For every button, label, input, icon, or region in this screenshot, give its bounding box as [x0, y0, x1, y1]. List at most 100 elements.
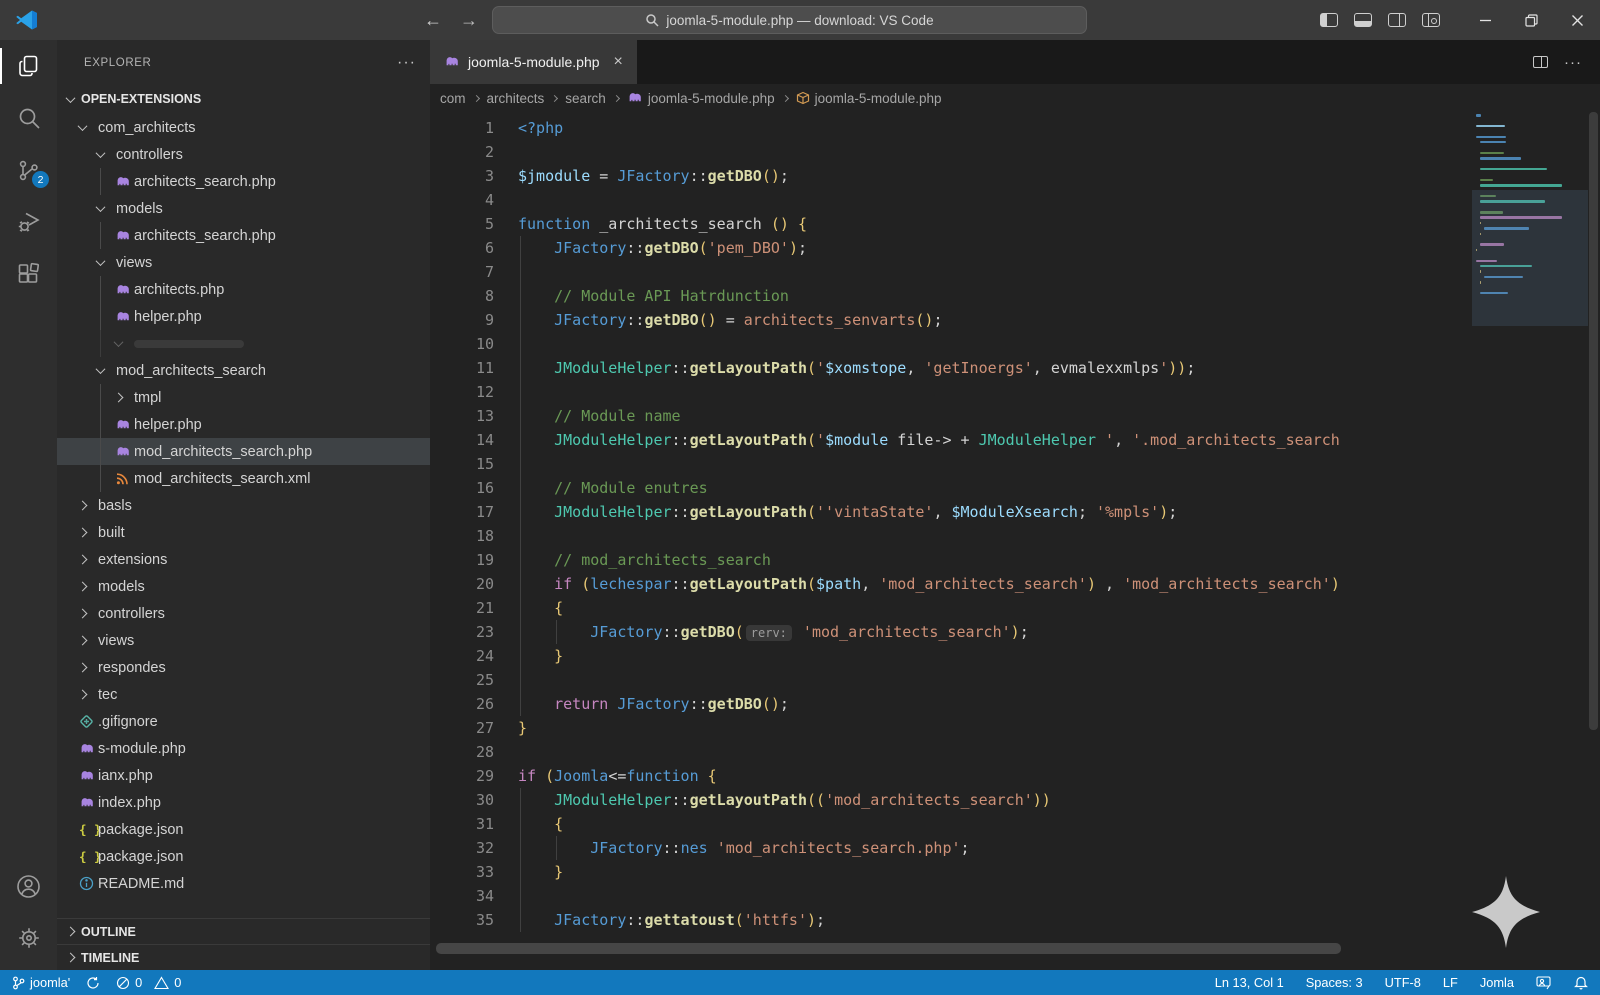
activity-explorer-icon[interactable]	[0, 40, 57, 92]
toggle-sidebar-icon[interactable]	[1320, 13, 1338, 27]
code-line-32[interactable]: 32 JFactory::nes 'mod_architects_search.…	[430, 836, 1470, 860]
tree-item-garbled[interactable]	[57, 330, 430, 357]
tree-item-.gifignore[interactable]: .gifignore	[57, 708, 430, 735]
minimap-slider[interactable]	[1472, 190, 1588, 326]
activity-settings-icon[interactable]	[0, 912, 57, 964]
tree-item-package.json[interactable]: { }package.json	[57, 843, 430, 870]
code-editor[interactable]: 1<?php23$jmodule = JFactory::getDBO();45…	[430, 112, 1600, 970]
tab-joomla-5-module[interactable]: joomla-5-module.php ×	[430, 40, 637, 84]
window-close-button[interactable]	[1554, 0, 1600, 40]
problems-status[interactable]: 0 0	[116, 975, 181, 990]
git-branch-status[interactable]: joomla'	[12, 975, 70, 990]
code-line-15[interactable]: 15	[430, 452, 1470, 476]
code-line-25[interactable]: 25	[430, 668, 1470, 692]
code-line-14[interactable]: 14 JModuleHelper::getLayoutPath('$module…	[430, 428, 1470, 452]
tree-item-tec[interactable]: tec	[57, 681, 430, 708]
breadcrumb-item[interactable]: joomla-5-module.php	[796, 91, 942, 106]
tree-item-views[interactable]: views	[57, 249, 430, 276]
minimap[interactable]	[1476, 114, 1584, 938]
code-line-21[interactable]: 21 {	[430, 596, 1470, 620]
explorer-more-actions-icon[interactable]: ···	[397, 54, 416, 72]
tree-item-built[interactable]: built	[57, 519, 430, 546]
tree-item-s-module.php[interactable]: s-module.php	[57, 735, 430, 762]
tree-item-helper.php[interactable]: helper.php	[57, 411, 430, 438]
code-line-35[interactable]: 35 JFactory::gettatoust('httfs');	[430, 908, 1470, 932]
command-center[interactable]: joomla-5-module.php — download: VS Code	[492, 6, 1087, 34]
code-line-30[interactable]: 30 JModuleHelper::getLayoutPath(('mod_ar…	[430, 788, 1470, 812]
tree-item-views[interactable]: views	[57, 627, 430, 654]
indentation[interactable]: Spaces: 3	[1306, 975, 1363, 990]
tree-item-respondes[interactable]: respondes	[57, 654, 430, 681]
code-line-13[interactable]: 13 // Module name	[430, 404, 1470, 428]
code-line-17[interactable]: 17 JModuleHelper::getLayoutPath(''vintaS…	[430, 500, 1470, 524]
code-line-1[interactable]: 1<?php	[430, 116, 1470, 140]
split-editor-icon[interactable]	[1533, 56, 1548, 68]
code-line-27[interactable]: 27}	[430, 716, 1470, 740]
code-line-9[interactable]: 9 JFactory::getDBO() = architects_senvar…	[430, 308, 1470, 332]
notifications-bell-icon[interactable]	[1574, 975, 1588, 990]
code-line-33[interactable]: 33 }	[430, 860, 1470, 884]
code-line-11[interactable]: 11 JModuleHelper::getLayoutPath('$xomsto…	[430, 356, 1470, 380]
tree-item-index.php[interactable]: index.php	[57, 789, 430, 816]
tree-item-basls[interactable]: basls	[57, 492, 430, 519]
tree-item-architects_search.php[interactable]: architects_search.php	[57, 222, 430, 249]
breadcrumb-item[interactable]: architects	[487, 91, 545, 106]
tree-item-package.json[interactable]: { }package.json	[57, 816, 430, 843]
tree-item-tmpl[interactable]: tmpl	[57, 384, 430, 411]
window-minimize-button[interactable]	[1462, 0, 1508, 40]
code-line-10[interactable]: 10	[430, 332, 1470, 356]
code-line-34[interactable]: 34	[430, 884, 1470, 908]
code-line-12[interactable]: 12	[430, 380, 1470, 404]
code-line-18[interactable]: 18	[430, 524, 1470, 548]
tree-item-helper.php[interactable]: helper.php	[57, 303, 430, 330]
activity-search-icon[interactable]	[0, 92, 57, 144]
toggle-panel-icon[interactable]	[1354, 13, 1372, 27]
tree-item-architects.php[interactable]: architects.php	[57, 276, 430, 303]
cursor-position[interactable]: Ln 13, Col 1	[1215, 975, 1284, 990]
activity-run-debug-icon[interactable]	[0, 196, 57, 248]
breadcrumb-item[interactable]: search	[565, 91, 606, 106]
code-line-4[interactable]: 4	[430, 188, 1470, 212]
section-timeline[interactable]: TIMELINE	[57, 944, 430, 970]
code-line-26[interactable]: 26 return JFactory::getDBO();	[430, 692, 1470, 716]
nav-back-icon[interactable]: ←	[420, 10, 446, 31]
section-outline[interactable]: OUTLINE	[57, 918, 430, 944]
code-line-28[interactable]: 28	[430, 740, 1470, 764]
tree-item-mod_architects_search.php[interactable]: mod_architects_search.php	[57, 438, 430, 465]
feedback-icon[interactable]	[1536, 976, 1552, 990]
activity-source-control-icon[interactable]: 2	[0, 144, 57, 196]
eol[interactable]: LF	[1443, 975, 1458, 990]
code-line-20[interactable]: 20 if (lechespar::getLayoutPath($path, '…	[430, 572, 1470, 596]
code-line-3[interactable]: 3$jmodule = JFactory::getDBO();	[430, 164, 1470, 188]
tree-item-extensions[interactable]: extensions	[57, 546, 430, 573]
code-line-5[interactable]: 5function _architects_search () {	[430, 212, 1470, 236]
tab-close-icon[interactable]: ×	[614, 53, 623, 71]
activity-account-icon[interactable]	[0, 860, 57, 912]
code-line-29[interactable]: 29if (Joomla<=function {	[430, 764, 1470, 788]
code-line-2[interactable]: 2	[430, 140, 1470, 164]
tree-item-ianx.php[interactable]: ianx.php	[57, 762, 430, 789]
activity-extensions-icon[interactable]	[0, 248, 57, 300]
tree-item-mod_architects_search[interactable]: mod_architects_search	[57, 357, 430, 384]
vertical-scrollbar[interactable]	[1587, 112, 1600, 970]
tree-item-README.md[interactable]: README.md	[57, 870, 430, 897]
tree-item-models[interactable]: models	[57, 573, 430, 600]
language-mode[interactable]: Jomla	[1480, 975, 1514, 990]
window-restore-button[interactable]	[1508, 0, 1554, 40]
breadcrumb-item[interactable]: com	[440, 91, 466, 106]
editor-more-actions-icon[interactable]: ···	[1564, 54, 1582, 71]
code-line-16[interactable]: 16 // Module enutres	[430, 476, 1470, 500]
code-line-24[interactable]: 24 }	[430, 644, 1470, 668]
sync-status[interactable]	[86, 976, 100, 990]
tree-item-com_architects[interactable]: com_architects	[57, 114, 430, 141]
code-line-19[interactable]: 19 // mod_architects_search	[430, 548, 1470, 572]
toggle-secondary-sidebar-icon[interactable]	[1388, 13, 1406, 27]
tree-item-architects_search.php[interactable]: architects_search.php	[57, 168, 430, 195]
encoding[interactable]: UTF-8	[1385, 975, 1421, 990]
section-open-extensions[interactable]: OPEN-EXTENSIONS	[57, 86, 430, 112]
tree-item-controllers[interactable]: controllers	[57, 600, 430, 627]
code-line-31[interactable]: 31 {	[430, 812, 1470, 836]
tree-item-controllers[interactable]: controllers	[57, 141, 430, 168]
code-line-7[interactable]: 7	[430, 260, 1470, 284]
tree-item-models[interactable]: models	[57, 195, 430, 222]
